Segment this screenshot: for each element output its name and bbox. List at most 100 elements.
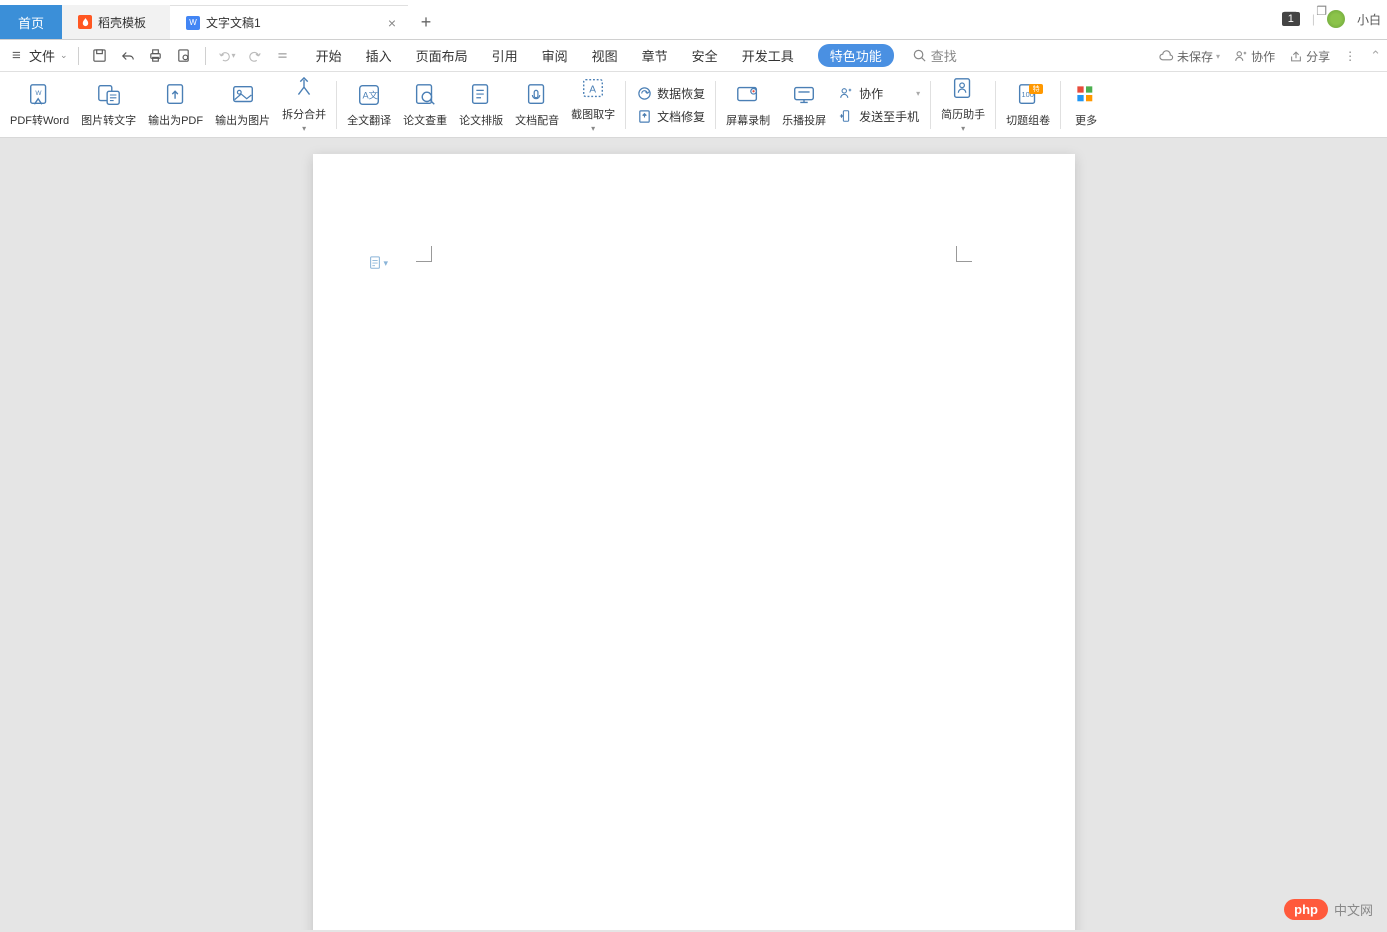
tab-template[interactable]: 稻壳模板 [62,5,170,39]
ribbon-small-label: 发送至手机 [859,108,919,125]
ribbon-separator [625,81,626,129]
projection-button[interactable]: 乐播投屏 [776,73,832,137]
image-icon [230,82,256,108]
data-recover-button[interactable]: 数据恢复 [636,83,705,103]
options-icon[interactable] [274,47,292,65]
collab-label: 协作 [1251,48,1275,65]
pdf-to-word-button[interactable]: W PDF转Word [4,73,75,137]
tab-bar: 首页 稻壳模板 W 文字文稿1 × + — ❐ 1 | 小白 [0,0,1387,40]
page-icon [368,256,382,270]
menu-tab-start[interactable]: 开始 [316,44,342,67]
paper-layout-button[interactable]: 论文排版 [453,73,509,137]
close-icon[interactable]: × [388,15,396,31]
translate-icon: A文 [356,82,382,108]
img-to-text-button[interactable]: 图片转文字 [75,73,142,137]
doc-voice-button[interactable]: 文档配音 [509,73,565,137]
chevron-down-icon: ▾ [384,258,389,269]
ribbon-label: 更多 [1075,112,1097,128]
menu-tab-special[interactable]: 特色功能 [818,44,894,67]
menu-tab-safety[interactable]: 安全 [692,44,718,67]
menu-tabs: 开始 插入 页面布局 引用 审阅 视图 章节 安全 开发工具 特色功能 [316,44,894,67]
tab-home-label: 首页 [18,13,44,32]
quiz-icon: 100 特 [1015,82,1041,108]
redo-icon[interactable] [246,47,264,65]
ribbon-label: 拆分合并 [282,106,326,122]
recover-icon [636,85,652,101]
menu-tab-reference[interactable]: 引用 [492,44,518,67]
collab-button[interactable]: 协作 [1234,48,1275,65]
tab-add-button[interactable]: + [408,5,444,39]
undo-icon[interactable]: ▾ [218,47,236,65]
output-img-button[interactable]: 输出为图片 [209,73,276,137]
ribbon-separator [930,81,931,129]
recovery-group: 数据恢复 文档修复 [630,79,711,130]
pdf-icon [163,82,189,108]
cloud-icon [1159,50,1174,62]
unsaved-button[interactable]: 未保存 ▾ [1159,48,1220,65]
screen-record-button[interactable]: 屏幕录制 [720,73,776,137]
img-text-icon [96,82,122,108]
ribbon-label: 输出为PDF [148,112,203,128]
file-menu-button[interactable]: 文件 ⌄ [6,42,74,69]
ribbon-small-label: 协作 [859,85,883,102]
preview-icon[interactable] [175,47,193,65]
user-avatar-icon[interactable] [1327,10,1345,28]
ribbon-small-label: 数据恢复 [657,85,705,102]
top-right-area: 1 | 小白 [1282,0,1381,38]
menu-bar: 文件 ⌄ ▾ 开始 插入 页面布局 引用 审阅 [0,40,1387,72]
svg-text:A文: A文 [363,89,378,100]
ribbon-small-label: 文档修复 [657,108,705,125]
search-button[interactable]: 查找 [912,46,957,65]
hamburger-icon [12,47,26,64]
print-icon[interactable] [147,47,165,65]
share-icon [1289,50,1303,63]
separator [205,47,206,65]
special-badge-icon: 特 [1029,84,1043,94]
collab-send-group: 协作 ▾ 发送至手机 [832,79,926,130]
tab-template-label: 稻壳模板 [98,14,146,31]
screenshot-ocr-button[interactable]: A 截图取字 ▾ [565,73,621,137]
menu-right: 未保存 ▾ 协作 分享 ⋮ ⌃ [1159,40,1381,72]
full-translate-button[interactable]: A文 全文翻译 [341,73,397,137]
projection-icon [791,82,817,108]
ribbon-separator [995,81,996,129]
back-icon[interactable] [119,47,137,65]
ribbon-label: 论文排版 [459,112,503,128]
save-icon[interactable] [91,47,109,65]
doc-repair-button[interactable]: 文档修复 [636,106,705,126]
margin-marker-tr [956,246,972,262]
more-options-icon[interactable]: ⋮ [1344,49,1356,63]
output-pdf-button[interactable]: 输出为PDF [142,73,209,137]
resume-icon [950,76,976,102]
tab-home[interactable]: 首页 [0,5,62,39]
menu-tab-chapter[interactable]: 章节 [642,44,668,67]
quiz-paper-button[interactable]: 100 特 切题组卷 [1000,73,1056,137]
collapse-ribbon-icon[interactable]: ⌃ [1370,48,1381,64]
more-button[interactable]: 更多 [1065,73,1107,137]
notification-badge[interactable]: 1 [1282,12,1300,26]
document-page[interactable]: ▾ [313,154,1075,930]
page-insert-widget[interactable]: ▾ [368,256,389,270]
separator [78,47,79,65]
menu-tab-review[interactable]: 审阅 [542,44,568,67]
ribbon-label: 屏幕录制 [726,112,770,128]
paper-check-button[interactable]: 论文查重 [397,73,453,137]
svg-text:W: W [35,90,42,97]
php-badge: php [1284,899,1328,920]
chevron-down-icon: ▾ [302,124,306,133]
share-button[interactable]: 分享 [1289,48,1330,65]
watermark: php 中文网 [1284,899,1373,920]
document-area[interactable]: ▾ [0,138,1387,930]
resume-helper-button[interactable]: 简历助手 ▾ [935,73,991,137]
menu-tab-pagelayout[interactable]: 页面布局 [416,44,468,67]
menu-tab-view[interactable]: 视图 [592,44,618,67]
tab-document[interactable]: W 文字文稿1 × [170,5,408,39]
collab-small-button[interactable]: 协作 ▾ [838,83,920,103]
ribbon-label: 全文翻译 [347,112,391,128]
send-phone-button[interactable]: 发送至手机 [838,106,920,126]
menu-tab-insert[interactable]: 插入 [366,44,392,67]
ribbon-separator [1060,81,1061,129]
split-merge-button[interactable]: 拆分合并 ▾ [276,73,332,137]
menu-tab-devtools[interactable]: 开发工具 [742,44,794,67]
grid-icon [1073,82,1099,108]
